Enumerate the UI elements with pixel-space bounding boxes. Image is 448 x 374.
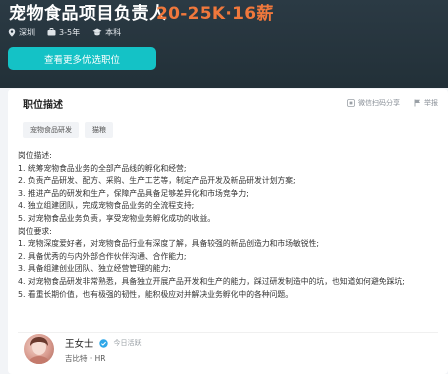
desc-line: 3. 具备组建创业团队、独立经营管理的能力; [18, 264, 171, 274]
recruiter-name: 王女士 [65, 339, 94, 350]
desc-line: 5. 看重长期价值，也有极强的韧性，能积极应对并解决业务孵化中的各种问题。 [18, 289, 294, 299]
desc-line: 1. 统筹宠物食品业务的全部产品线的孵化和经营; [18, 163, 187, 173]
desc-line: 4. 独立组建团队，完成宠物食品业务的全流程支持; [18, 201, 195, 211]
job-description-text: 岗位描述: 1. 统筹宠物食品业务的全部产品线的孵化和经营; 2. 负责产品研发… [18, 150, 405, 301]
job-header: 宠物食品项目负责人 20-25K·16薪 深圳 3-5年 本科 查看更多优选职位 [0, 0, 448, 88]
meta-education: 本科 [92, 27, 121, 38]
desc-line: 5. 对宠物食品业务负责，享受宠物业务孵化成功的收益。 [18, 213, 216, 223]
meta-location-text: 深圳 [19, 27, 35, 37]
divider [18, 332, 438, 333]
recruiter-status: 今日活跃 [113, 339, 142, 347]
report-label: 举报 [424, 99, 438, 107]
desc-line: 3. 推进产品的研发和生产，保障产品具备足够差异化和市场竞争力; [18, 188, 249, 198]
salary: 20-25K·16薪 [156, 4, 274, 24]
card-actions: 微信扫码分享 举报 [333, 98, 438, 108]
desc-line: 2. 具备优秀的与内外部合作伙伴沟通、合作能力; [18, 251, 187, 261]
recruiter-company: 吉比特 · HR [65, 354, 106, 363]
desc-line: 1. 宠物深度爱好者，对宠物食品行业有深度了解，具备较强的新品创造力和市场敏锐性… [18, 239, 320, 249]
skill-tags: 宠物食品研发 猫粮 [23, 122, 119, 138]
wechat-share-label: 微信扫码分享 [358, 99, 400, 107]
qrcode-icon [347, 99, 355, 107]
desc-line: 2. 负责产品研发、配方、采购、生产工艺等，制定产品开发及新品研发计划方案; [18, 176, 296, 186]
section-title: 职位描述 [23, 100, 63, 111]
recruiter-info: 王女士 今日活跃 [65, 336, 142, 350]
job-title: 宠物食品项目负责人 [9, 4, 167, 24]
job-meta: 深圳 3-5年 本科 [8, 25, 133, 39]
meta-experience: 3-5年 [47, 27, 80, 38]
avatar[interactable] [24, 334, 54, 364]
location-icon [8, 28, 16, 37]
skill-tag: 猫粮 [85, 122, 113, 138]
job-description-card: 职位描述 微信扫码分享 举报 宠物食品研发 猫粮 岗位描述: 1. 统筹宠物食品… [8, 89, 448, 374]
report-button[interactable]: 举报 [414, 98, 438, 108]
desc-line: 岗位要求: [18, 226, 52, 236]
verified-icon [98, 338, 108, 348]
meta-education-text: 本科 [105, 27, 122, 37]
education-icon [92, 28, 102, 36]
meta-experience-text: 3-5年 [59, 27, 81, 37]
view-more-jobs-button[interactable]: 查看更多优选职位 [8, 47, 156, 70]
desc-line: 岗位描述: [18, 151, 52, 160]
flag-icon [414, 99, 420, 107]
briefcase-icon [47, 28, 56, 36]
desc-line: 4. 对宠物食品研发非常熟悉，具备独立开展产品开发和生产的能力，踩过研发制造中的… [18, 276, 405, 286]
skill-tag: 宠物食品研发 [23, 122, 79, 138]
meta-location: 深圳 [8, 27, 35, 38]
wechat-share-button[interactable]: 微信扫码分享 [347, 98, 400, 108]
